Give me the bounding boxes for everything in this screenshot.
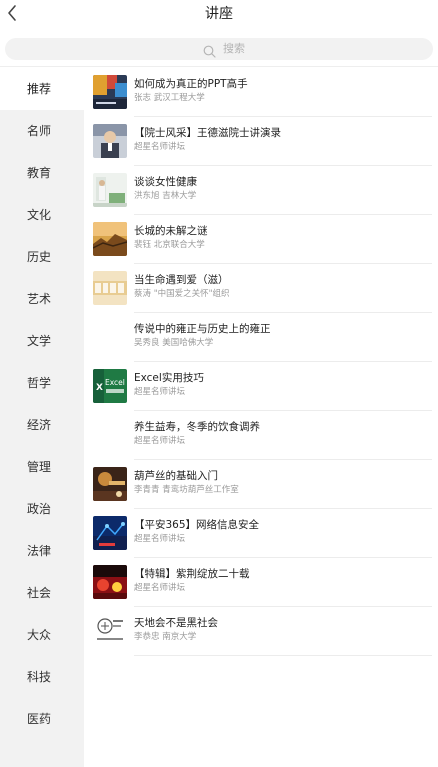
sidebar-item-economics[interactable]: 经济	[0, 404, 84, 446]
lecture-speaker: 洪东旭 吉林大学	[134, 191, 197, 201]
excel-thumbnail-label: Excel	[105, 378, 125, 387]
lecture-speaker: 李恭忠 南京大学	[134, 632, 197, 642]
top-bar: 讲座	[0, 0, 438, 30]
lecture-title: 【特辑】紫荆绽放二十载	[134, 568, 250, 580]
lecture-speaker: 超星名师讲坛	[134, 436, 186, 446]
sidebar-item-history[interactable]: 历史	[0, 236, 84, 278]
lecture-item[interactable]: 谈谈女性健康 洪东旭 吉林大学	[84, 166, 438, 215]
lecture-speaker: 超星名师讲坛	[134, 142, 186, 152]
great-wall-thumbnail	[93, 222, 127, 256]
lecture-title: 传说中的雍正与历史上的雍正	[134, 323, 271, 335]
lecture-item[interactable]: 养生益寿，冬季的饮食调养 超星名师讲坛	[84, 411, 438, 460]
tiandihui-thumbnail	[93, 614, 127, 648]
health-thumbnail	[93, 173, 127, 207]
sidebar-item-medicine[interactable]: 医药	[0, 698, 84, 740]
excel-thumbnail: X Excel	[93, 369, 127, 403]
page-title: 讲座	[205, 6, 233, 22]
search-input[interactable]: 搜索	[5, 38, 433, 60]
sidebar-item-recommend[interactable]: 推荐	[0, 68, 84, 110]
lecture-title: 长城的未解之谜	[134, 225, 208, 237]
sidebar-item-philosophy[interactable]: 哲学	[0, 362, 84, 404]
lecture-speaker: 张志 武汉工程大学	[134, 93, 205, 103]
lecture-speaker: 超星名师讲坛	[134, 583, 186, 593]
sidebar-item-culture[interactable]: 文化	[0, 194, 84, 236]
lecture-item[interactable]: 长城的未解之谜 裴钰 北京联合大学	[84, 215, 438, 264]
sidebar-item-law[interactable]: 法律	[0, 530, 84, 572]
lecture-list: 如何成为真正的PPT高手 张志 武汉工程大学 【院士风采】王德滋院士讲演录 超星…	[84, 68, 438, 767]
sidebar-item-education[interactable]: 教育	[0, 152, 84, 194]
academician-portrait-thumbnail	[93, 124, 127, 158]
lecture-item[interactable]: 天地会不是黑社会 李恭忠 南京大学	[84, 607, 438, 656]
lecture-title: 如何成为真正的PPT高手	[134, 78, 248, 90]
lecture-speaker: 超星名师讲坛	[134, 387, 186, 397]
bauhinia-thumbnail	[93, 565, 127, 599]
sidebar-item-art[interactable]: 艺术	[0, 278, 84, 320]
sidebar-item-popular[interactable]: 大众	[0, 614, 84, 656]
lecture-item[interactable]: 如何成为真正的PPT高手 张志 武汉工程大学	[84, 68, 438, 117]
ppt-thumbnail	[93, 75, 127, 109]
lecture-speaker: 吴秀良 美国哈佛大学	[134, 338, 214, 348]
category-sidebar: 推荐 名师 教育 文化 历史 艺术 文学 哲学 经济 管理 政治 法律 社会 大…	[0, 68, 84, 767]
lecture-item[interactable]: 【院士风采】王德滋院士讲演录 超星名师讲坛	[84, 117, 438, 166]
lecture-item[interactable]: X Excel Excel实用技巧 超星名师讲坛	[84, 362, 438, 411]
network-security-thumbnail	[93, 516, 127, 550]
lecture-item[interactable]: 当生命遇到爱（滋） 蔡涛 "中国爱之关怀"组织	[84, 264, 438, 313]
lecture-title: 【平安365】网络信息安全	[134, 519, 260, 531]
lecture-title: 葫芦丝的基础入门	[134, 470, 218, 482]
sidebar-item-literature[interactable]: 文学	[0, 320, 84, 362]
sidebar-item-technology[interactable]: 科技	[0, 656, 84, 698]
hulusi-thumbnail	[93, 467, 127, 501]
lecture-speaker: 蔡涛 "中国爱之关怀"组织	[134, 289, 230, 299]
lecture-title: 天地会不是黑社会	[134, 617, 218, 629]
sidebar-item-management[interactable]: 管理	[0, 446, 84, 488]
lecture-title: 【院士风采】王德滋院士讲演录	[134, 127, 281, 139]
lecture-item[interactable]: 【平安365】网络信息安全 超星名师讲坛	[84, 509, 438, 558]
sidebar-item-famous-teachers[interactable]: 名师	[0, 110, 84, 152]
lecture-title: 谈谈女性健康	[134, 176, 197, 188]
search-placeholder: 搜索	[223, 42, 245, 55]
lecture-item[interactable]: 葫芦丝的基础入门 李青青 青鸾坊葫芦丝工作室	[84, 460, 438, 509]
divider	[134, 655, 432, 656]
lecture-speaker: 裴钰 北京联合大学	[134, 240, 205, 250]
lecture-title: 养生益寿，冬季的饮食调养	[134, 421, 260, 433]
search-bar: 搜索	[0, 30, 438, 67]
lecture-title: Excel实用技巧	[134, 372, 204, 384]
lecture-item[interactable]: 【特辑】紫荆绽放二十载 超星名师讲坛	[84, 558, 438, 607]
aids-thumbnail	[93, 271, 127, 305]
sidebar-item-politics[interactable]: 政治	[0, 488, 84, 530]
lecture-speaker: 超星名师讲坛	[134, 534, 186, 544]
lecture-speaker: 李青青 青鸾坊葫芦丝工作室	[134, 485, 239, 495]
svg-text:X: X	[96, 383, 103, 393]
lecture-item[interactable]: 传说中的雍正与历史上的雍正 吴秀良 美国哈佛大学	[84, 313, 438, 362]
lecture-title: 当生命遇到爱（滋）	[134, 274, 229, 286]
search-icon	[203, 43, 216, 58]
sidebar-item-society[interactable]: 社会	[0, 572, 84, 614]
